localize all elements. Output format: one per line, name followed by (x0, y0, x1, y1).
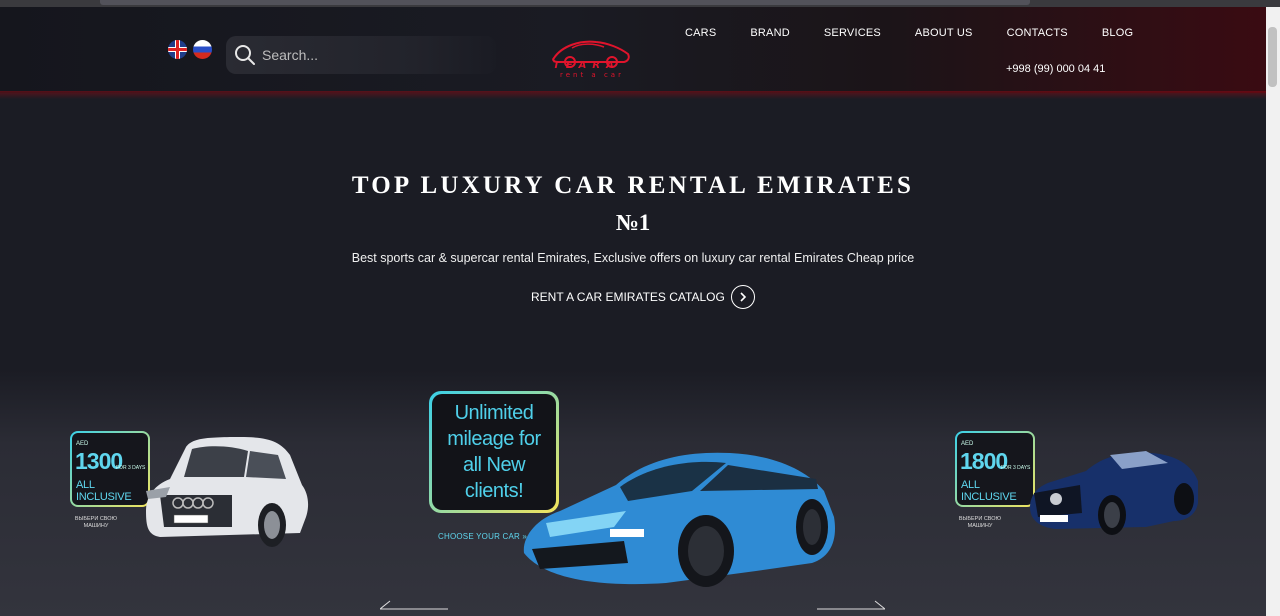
nav-services[interactable]: SERVICES (807, 27, 898, 39)
chevron-right-icon[interactable] (730, 285, 755, 309)
catalog-link[interactable]: RENT A CAR EMIRATES CATALOG (531, 285, 755, 309)
nav-blog[interactable]: BLOG (1085, 27, 1150, 39)
logo-subtitle: rent a car (560, 71, 624, 79)
slider-prev-arrow-icon[interactable] (380, 600, 448, 610)
uk-flag-icon[interactable] (168, 40, 187, 59)
browser-top-bar (0, 0, 1280, 7)
search-input[interactable] (262, 47, 482, 63)
phone-number[interactable]: +998 (99) 000 04 41 (1006, 63, 1105, 75)
language-switcher (168, 40, 212, 59)
nav-about-us[interactable]: ABOUT US (898, 27, 990, 39)
price-currency: AED (961, 441, 974, 447)
price-inclusive: ALL INCLUSIVE (76, 479, 132, 503)
price-inclusive: ALL INCLUSIVE (961, 479, 1017, 503)
nav-cars[interactable]: CARS (668, 27, 733, 39)
hero-number: №1 (615, 210, 651, 235)
scrollbar[interactable] (1266, 7, 1280, 616)
catalog-link-label: RENT A CAR EMIRATES CATALOG (531, 290, 725, 304)
mercedes-car-image[interactable] (1026, 441, 1202, 541)
choose-car-label-right[interactable]: ВЫБЕРИ СВОЮ МАШИНУ (956, 516, 1004, 530)
nav-contacts[interactable]: CONTACTS (990, 27, 1085, 39)
audi-car-image[interactable] (140, 433, 312, 551)
hero-title: TOP LUXURY CAR RENTAL EMIRATES (351, 172, 915, 199)
choose-your-car-link[interactable]: CHOOSE YOUR CAR » (438, 532, 527, 541)
russia-flag-icon[interactable] (193, 40, 212, 59)
price-currency: AED (76, 441, 89, 447)
header-glow (0, 91, 1266, 99)
lamborghini-car-image[interactable] (516, 445, 840, 591)
price-card-right[interactable]: AED 1800 FOR 3 DAYS ALL INCLUSIVE (955, 431, 1035, 507)
car-slider: AED 1300 FOR 3 DAYS ALL INCLUSIVE ВЫБЕРИ… (0, 370, 1266, 616)
nav-brand[interactable]: BRAND (733, 27, 807, 39)
main-nav: CARS BRAND SERVICES ABOUT US CONTACTS BL… (668, 27, 1150, 39)
logo-text: TEARA (553, 60, 620, 71)
price-card-left[interactable]: AED 1300 FOR 3 DAYS ALL INCLUSIVE (70, 431, 150, 507)
search-box (226, 36, 496, 74)
choose-car-label-left[interactable]: ВЫБЕРИ СВОЮ МАШИНУ (72, 516, 120, 530)
search-icon[interactable] (234, 44, 256, 66)
hero-subtitle: Best sports car & supercar rental Emirat… (351, 251, 915, 265)
choose-your-car-label: CHOOSE YOUR CAR (438, 532, 520, 541)
scrollbar-thumb[interactable] (1268, 27, 1277, 87)
slider-next-arrow-icon[interactable] (817, 600, 885, 610)
